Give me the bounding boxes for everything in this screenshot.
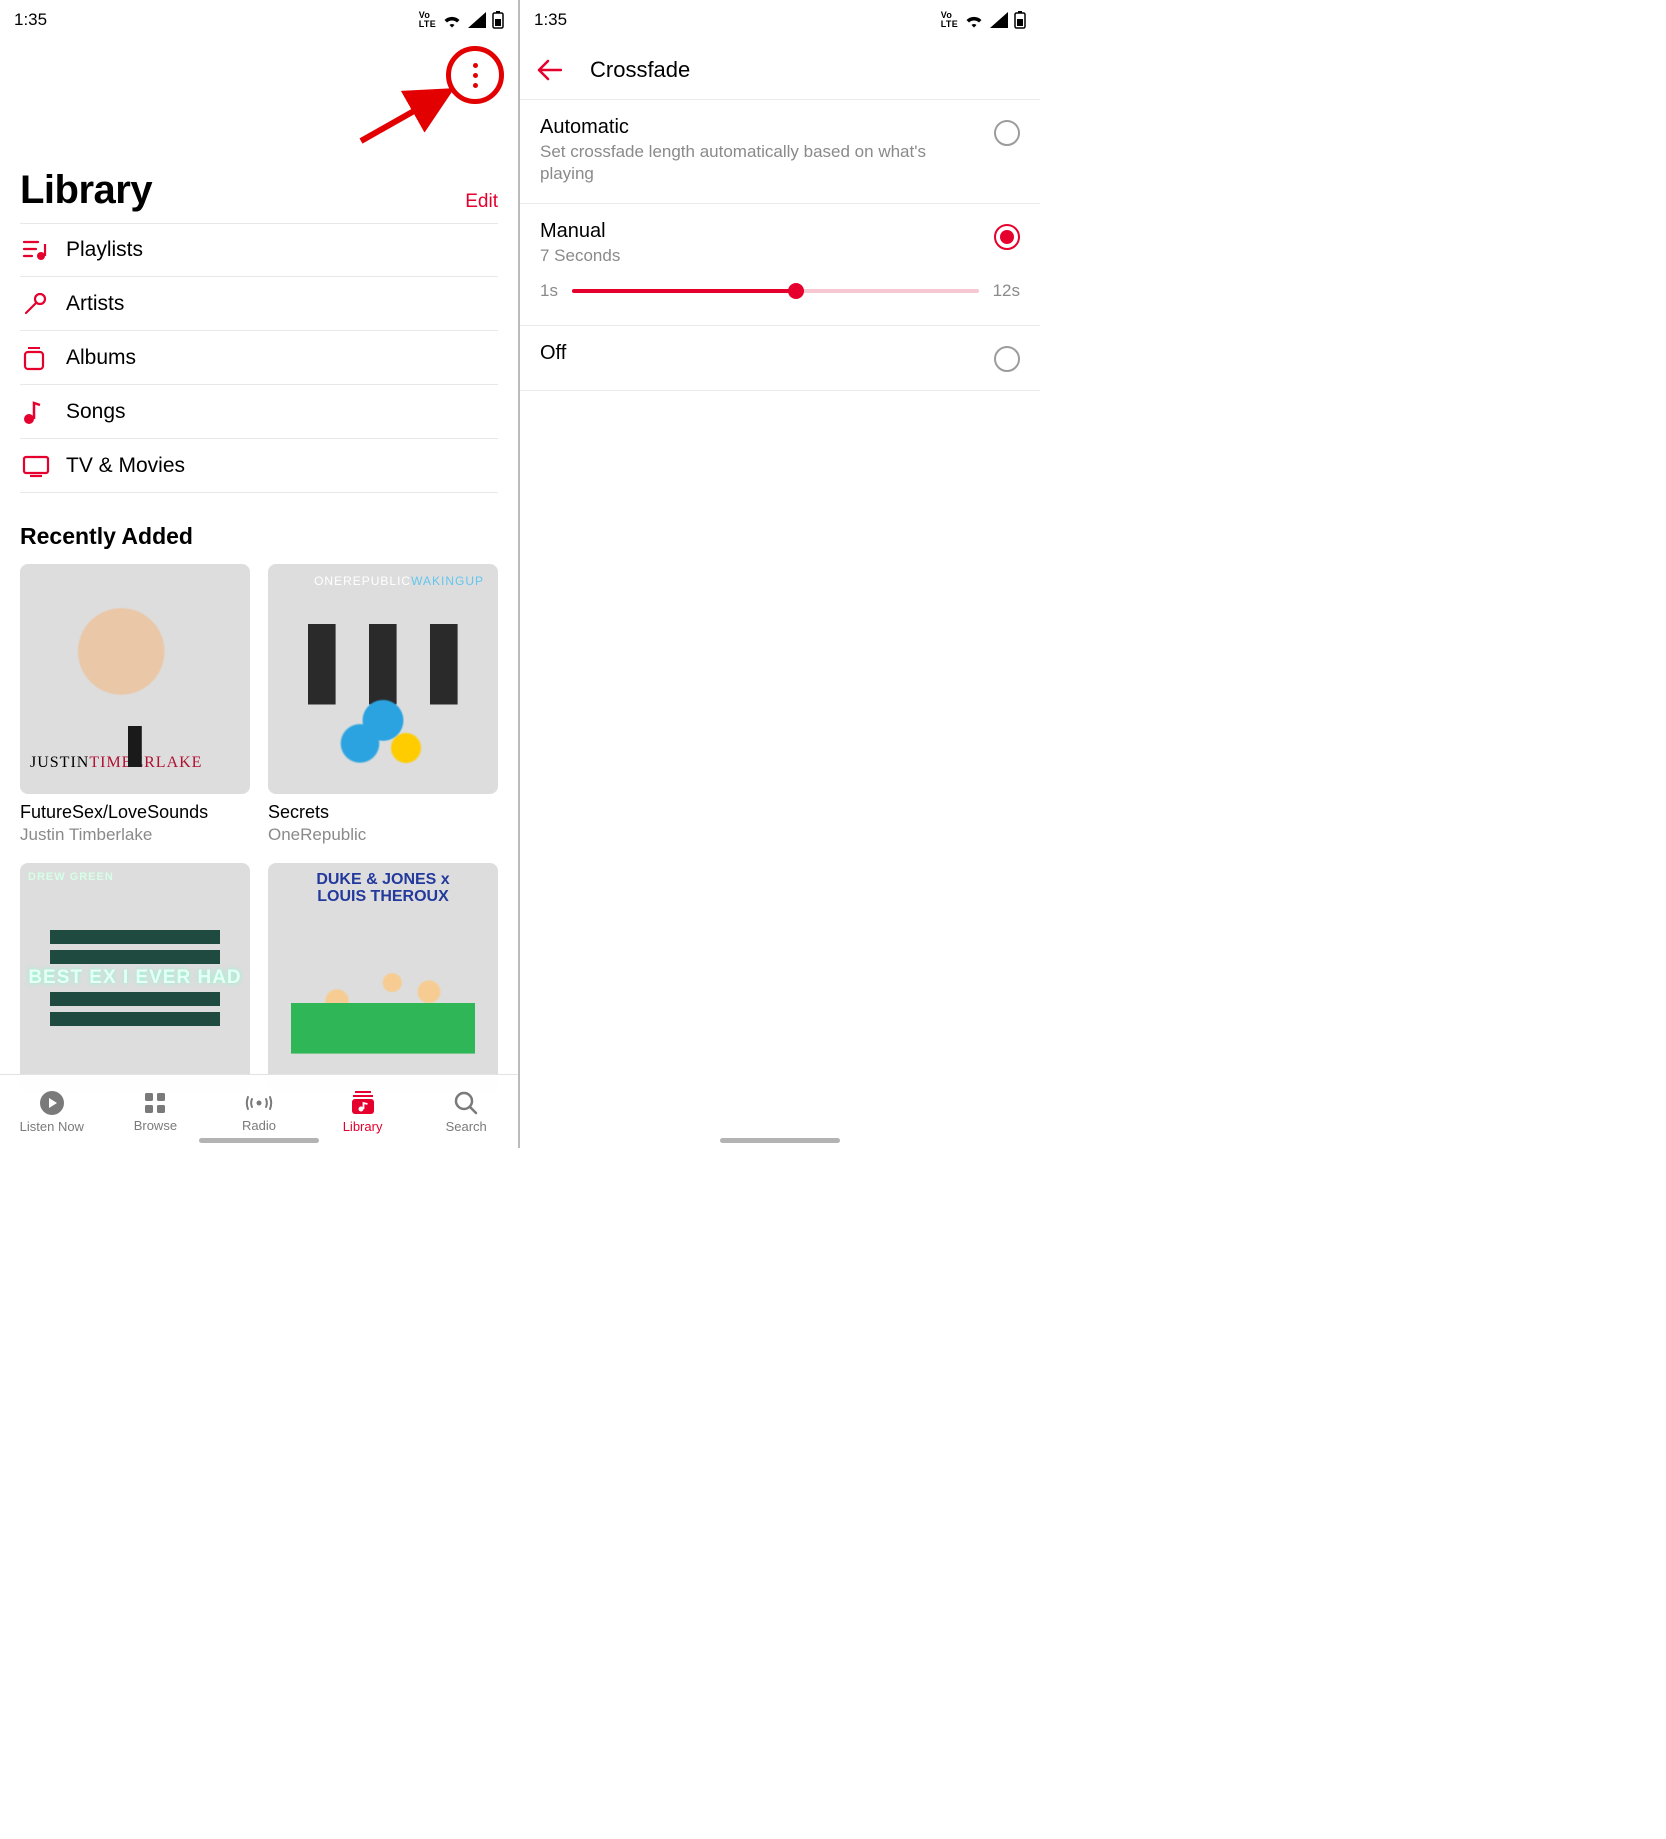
page-title: Library <box>20 168 152 213</box>
album-artist: OneRepublic <box>268 823 498 845</box>
signal-icon <box>468 12 486 28</box>
crossfade-option-automatic[interactable]: Automatic Set crossfade length automatic… <box>520 100 1040 204</box>
note-icon <box>20 399 58 425</box>
option-subtitle: Set crossfade length automatically based… <box>540 139 974 185</box>
status-bar: 1:35 VoLTE <box>520 0 1040 40</box>
album-art: JUSTINTIMBERLAKE <box>20 564 250 794</box>
album-card[interactable]: DUKE & JONES xLOUIS THEROUX <box>268 863 498 1093</box>
album-card[interactable]: JUSTINTIMBERLAKE FutureSex/LoveSounds Ju… <box>20 564 250 845</box>
tv-icon <box>20 454 58 478</box>
category-label: Albums <box>58 346 136 370</box>
recently-added-heading: Recently Added <box>0 493 518 564</box>
wifi-icon <box>964 12 984 28</box>
album-art: DREW GREEN BEST EX I EVER HAD <box>20 863 250 1093</box>
search-icon <box>453 1090 479 1116</box>
play-circle-icon <box>39 1090 65 1116</box>
category-label: Artists <box>58 292 124 316</box>
volte-indicator: VoLTE <box>419 11 436 29</box>
tab-bar: Listen Now Browse Radio Library Search <box>0 1074 518 1148</box>
arrow-left-icon <box>536 59 562 81</box>
back-button[interactable] <box>536 59 562 81</box>
slider-max-label: 12s <box>993 281 1020 301</box>
overflow-menu-button[interactable] <box>446 46 504 104</box>
category-tv-movies[interactable]: TV & Movies <box>20 439 498 493</box>
grid-icon <box>143 1091 167 1115</box>
library-icon <box>350 1090 376 1116</box>
category-albums[interactable]: Albums <box>20 331 498 385</box>
status-time: 1:35 <box>534 10 567 30</box>
status-time: 1:35 <box>14 10 47 30</box>
radio-button[interactable] <box>994 120 1020 146</box>
volte-indicator: VoLTE <box>941 11 958 29</box>
radio-button[interactable] <box>994 346 1020 372</box>
battery-icon <box>492 11 504 29</box>
album-title: Secrets <box>268 794 498 823</box>
album-title: FutureSex/LoveSounds <box>20 794 250 823</box>
slider-thumb[interactable] <box>788 283 804 299</box>
tab-label: Search <box>446 1119 487 1134</box>
crossfade-option-manual[interactable]: Manual 7 Seconds <box>520 204 1040 275</box>
signal-icon <box>990 12 1008 28</box>
battery-icon <box>1014 11 1026 29</box>
slider-min-label: 1s <box>540 281 558 301</box>
home-indicator[interactable] <box>720 1138 840 1143</box>
wifi-icon <box>442 12 462 28</box>
category-playlists[interactable]: Playlists <box>20 223 498 277</box>
tab-label: Browse <box>134 1118 177 1133</box>
category-label: Playlists <box>58 238 143 262</box>
tab-browse[interactable]: Browse <box>104 1075 208 1148</box>
tab-listen-now[interactable]: Listen Now <box>0 1075 104 1148</box>
tab-library[interactable]: Library <box>311 1075 415 1148</box>
settings-title: Crossfade <box>590 57 690 83</box>
radio-icon <box>244 1091 274 1115</box>
album-art: DUKE & JONES xLOUIS THEROUX <box>268 863 498 1093</box>
category-artists[interactable]: Artists <box>20 277 498 331</box>
option-title: Off <box>540 342 974 365</box>
album-artist: Justin Timberlake <box>20 823 250 845</box>
status-bar: 1:35 VoLTE <box>0 0 518 40</box>
category-songs[interactable]: Songs <box>20 385 498 439</box>
tab-label: Listen Now <box>20 1119 84 1134</box>
option-title: Manual <box>540 220 974 243</box>
vertical-dots-icon <box>473 63 478 88</box>
category-label: Songs <box>58 400 126 424</box>
option-title: Automatic <box>540 116 974 139</box>
album-card[interactable]: ONEREPUBLICWAKINGUP Secrets OneRepublic <box>268 564 498 845</box>
tab-search[interactable]: Search <box>414 1075 518 1148</box>
album-card[interactable]: DREW GREEN BEST EX I EVER HAD <box>20 863 250 1093</box>
home-indicator[interactable] <box>199 1138 319 1143</box>
crossfade-option-off[interactable]: Off <box>520 326 1040 391</box>
playlist-icon <box>20 239 58 261</box>
radio-button[interactable] <box>994 224 1020 250</box>
album-art: ONEREPUBLICWAKINGUP <box>268 564 498 794</box>
mic-icon <box>20 291 58 317</box>
edit-button[interactable]: Edit <box>465 191 498 213</box>
tab-label: Library <box>343 1119 383 1134</box>
tab-label: Radio <box>242 1118 276 1133</box>
option-subtitle: 7 Seconds <box>540 243 974 267</box>
category-label: TV & Movies <box>58 454 185 478</box>
album-icon <box>20 345 58 371</box>
crossfade-slider[interactable] <box>572 281 979 301</box>
